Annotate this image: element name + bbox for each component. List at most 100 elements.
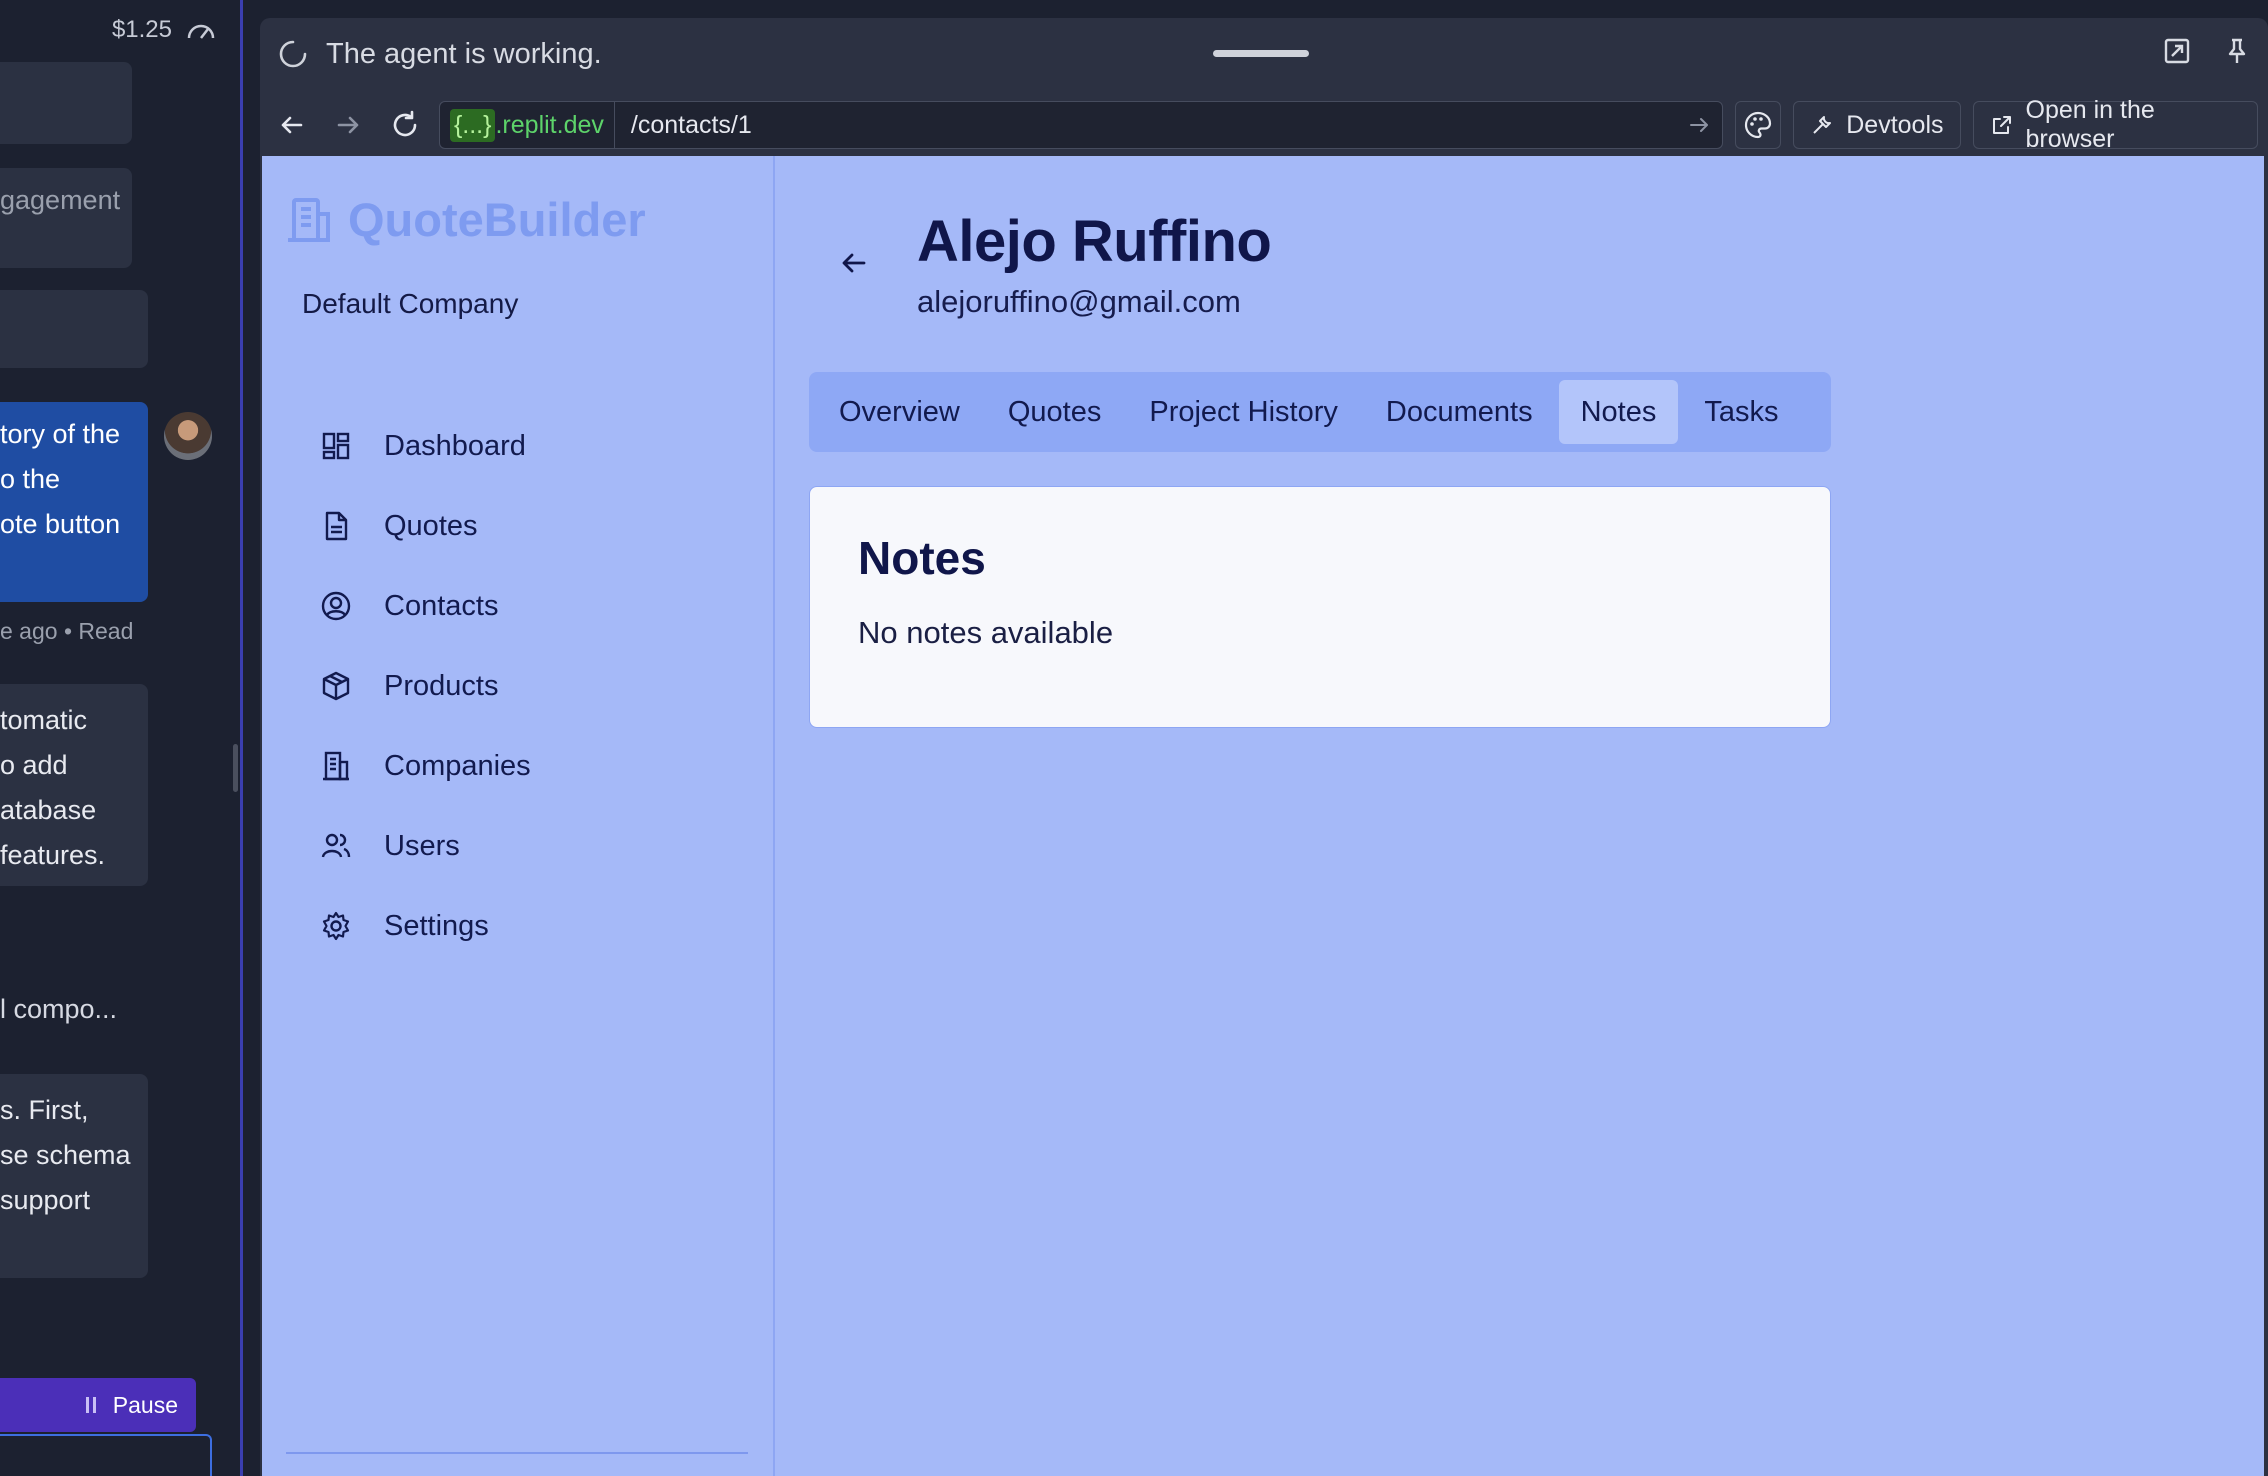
- spinner-icon: [278, 39, 308, 69]
- chat-text: o the: [0, 464, 61, 494]
- chat-text: tomatic: [0, 705, 88, 735]
- preview-window: The agent is working. {...} .replit.dev …: [260, 18, 2268, 1476]
- reload-button[interactable]: [383, 102, 427, 148]
- tab-documents[interactable]: Documents: [1364, 380, 1555, 444]
- sidebar-item-label: Settings: [384, 909, 489, 942]
- sidebar-item-label: Quotes: [384, 509, 478, 542]
- tab-overview[interactable]: Overview: [817, 380, 982, 444]
- users-icon: [318, 828, 354, 864]
- company-name: Default Company: [302, 288, 519, 319]
- sidebar-item-label: Companies: [384, 749, 531, 782]
- panel-divider[interactable]: [240, 0, 243, 1476]
- sidebar-item-settings[interactable]: Settings: [292, 886, 531, 966]
- pin-icon[interactable]: [2222, 36, 2252, 66]
- sidebar-item-label: Products: [384, 669, 499, 702]
- app-viewport: QuoteBuilder Default Company Dashboard Q…: [262, 156, 2264, 1476]
- sidebar-item-quotes[interactable]: Quotes: [292, 486, 531, 566]
- pause-button[interactable]: Pause: [0, 1378, 196, 1432]
- agent-status: The agent is working.: [278, 38, 602, 71]
- chat-text: se schema: [0, 1140, 131, 1170]
- empty-state: No notes available: [858, 615, 1114, 650]
- user-message: tory of the o the ote button: [0, 402, 148, 602]
- address-bar[interactable]: {...} .replit.dev /contacts/1: [438, 101, 1723, 149]
- brand-logo[interactable]: QuoteBuilder: [286, 192, 646, 247]
- building-logo-icon: [286, 196, 332, 244]
- document-icon: [318, 508, 354, 544]
- back-arrow-icon[interactable]: [839, 248, 869, 278]
- contact-tabs: Overview Quotes Project History Document…: [809, 372, 1831, 452]
- card-title: Notes: [858, 532, 986, 584]
- go-arrow-icon[interactable]: [1688, 114, 1710, 136]
- devtools-button[interactable]: Devtools: [1793, 101, 1961, 149]
- page-title: Alejo Ruffino: [917, 209, 1272, 274]
- chat-text: features.: [0, 840, 106, 870]
- url-path: /contacts/1: [630, 110, 752, 139]
- cube-icon: [318, 668, 354, 704]
- brand-name: QuoteBuilder: [348, 193, 646, 246]
- sidebar-item-label: Dashboard: [384, 429, 526, 462]
- sidebar-item-users[interactable]: Users: [292, 806, 531, 886]
- sidebar-item-label: Users: [384, 829, 460, 862]
- wrench-icon: [1810, 113, 1834, 137]
- cost-label: $1.25: [111, 16, 172, 43]
- back-button[interactable]: [270, 102, 314, 148]
- chat-text: s. First,: [0, 1095, 89, 1125]
- tab-tasks[interactable]: Tasks: [1682, 380, 1800, 444]
- arrow-left-icon: [279, 112, 305, 138]
- chat-text: l compo...: [0, 994, 118, 1024]
- sidebar-nav: Dashboard Quotes Contacts Products Compa…: [292, 406, 531, 966]
- chat-text: atabase: [0, 795, 97, 825]
- theme-button[interactable]: [1734, 101, 1782, 149]
- sidebar-item-label: Contacts: [384, 589, 499, 622]
- status-text: The agent is working.: [326, 37, 602, 70]
- devtools-label: Devtools: [1846, 110, 1944, 139]
- url-domain: {...} .replit.dev: [440, 102, 615, 148]
- chat-text: ote button: [0, 509, 121, 539]
- resize-handle[interactable]: [233, 744, 238, 792]
- drag-handle[interactable]: [1213, 50, 1309, 57]
- sidebar-item-dashboard[interactable]: Dashboard: [292, 406, 531, 486]
- chat-message: tomatic o add atabase features.: [0, 684, 148, 886]
- building-icon: [318, 748, 354, 784]
- chat-message: s. First, se schema support: [0, 1074, 148, 1278]
- palette-icon: [1743, 110, 1773, 140]
- chat-message: gagement: [0, 168, 132, 268]
- chat-panel: $1.25 gagement tory of the o the ote but…: [0, 0, 242, 1476]
- app-sidebar: QuoteBuilder Default Company Dashboard Q…: [262, 156, 775, 1476]
- chat-text: support: [0, 1185, 91, 1215]
- gauge-icon: [186, 18, 216, 42]
- domain-text: .replit.dev: [495, 110, 604, 139]
- chat-input[interactable]: [0, 1434, 212, 1476]
- domain-pill: {...}: [449, 108, 496, 142]
- open-in-browser-button[interactable]: Open in the browser: [1972, 96, 2259, 153]
- chat-message: [0, 290, 148, 368]
- tab-notes[interactable]: Notes: [1558, 380, 1679, 444]
- forward-button[interactable]: [326, 102, 370, 148]
- pause-icon: [85, 1396, 97, 1414]
- chat-message: [0, 62, 132, 144]
- sidebar-item-products[interactable]: Products: [292, 646, 531, 726]
- browser-toolbar: {...} .replit.dev /contacts/1 Devtools O…: [260, 90, 2268, 160]
- notes-card: Notes No notes available: [809, 486, 1831, 728]
- external-link-icon: [1990, 113, 2014, 137]
- dashboard-icon: [318, 428, 354, 464]
- contact-detail: Alejo Ruffino alejoruffino@gmail.com Ove…: [777, 156, 2264, 1476]
- expand-icon[interactable]: [2162, 36, 2192, 66]
- avatar: [164, 412, 212, 460]
- chat-text: gagement: [0, 185, 121, 215]
- user-circle-icon: [318, 588, 354, 624]
- sidebar-item-contacts[interactable]: Contacts: [292, 566, 531, 646]
- tab-quotes[interactable]: Quotes: [986, 380, 1124, 444]
- message-meta: e ago • Read: [0, 618, 134, 644]
- tab-project-history[interactable]: Project History: [1127, 380, 1360, 444]
- gear-icon: [318, 908, 354, 944]
- arrow-right-icon: [335, 112, 361, 138]
- reload-icon: [390, 110, 420, 140]
- preview-header: The agent is working.: [260, 18, 2268, 90]
- chat-text: tory of the: [0, 419, 121, 449]
- open-in-browser-label: Open in the browser: [2025, 96, 2155, 153]
- sidebar-item-companies[interactable]: Companies: [292, 726, 531, 806]
- chat-text: o add: [0, 750, 68, 780]
- usage-cost[interactable]: $1.25: [112, 16, 216, 44]
- contact-email: alejoruffino@gmail.com: [917, 284, 1241, 319]
